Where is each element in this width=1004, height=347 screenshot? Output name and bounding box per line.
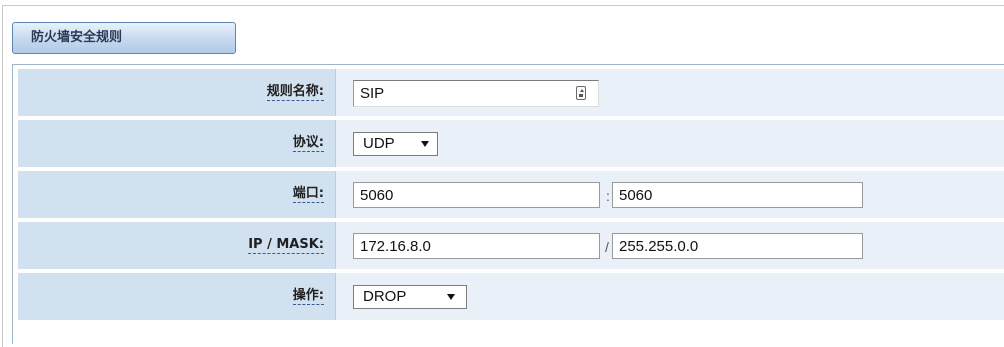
section-tab-firewall-rules[interactable]: 防火墙安全规则: [12, 22, 236, 54]
value-cell-ip-mask: /: [336, 222, 1004, 269]
ip-mask-label: IP / MASK:: [248, 237, 324, 254]
label-cell-port: 端口:: [18, 171, 336, 218]
port-separator: :: [606, 188, 610, 204]
action-label: 操作:: [292, 288, 324, 305]
protocol-select-value: UDP: [363, 135, 395, 152]
ip-address-input[interactable]: [353, 233, 600, 259]
value-cell-action: DROP: [336, 273, 1004, 320]
protocol-label: 协议:: [292, 135, 324, 152]
port-end-input[interactable]: [612, 182, 863, 208]
value-cell-rule-name: [336, 69, 1004, 116]
row-ip-mask: IP / MASK: /: [13, 218, 1004, 269]
label-cell-ip-mask: IP / MASK:: [18, 222, 336, 269]
value-cell-port: :: [336, 171, 1004, 218]
action-select[interactable]: DROP: [353, 285, 467, 309]
rule-name-input[interactable]: [353, 80, 599, 107]
key-icon[interactable]: [576, 86, 586, 100]
action-select-value: DROP: [363, 288, 407, 305]
chevron-down-icon: [447, 294, 455, 300]
rule-name-label: 规则名称:: [266, 84, 324, 101]
ip-mask-separator: /: [605, 239, 609, 255]
chevron-down-icon: [421, 141, 429, 147]
row-rule-name: 规则名称:: [13, 65, 1004, 116]
mask-input[interactable]: [612, 233, 863, 259]
row-protocol: 协议: UDP: [13, 116, 1004, 167]
port-label: 端口:: [292, 186, 324, 203]
label-cell-rule-name: 规则名称:: [18, 69, 336, 116]
protocol-select[interactable]: UDP: [353, 132, 438, 156]
value-cell-protocol: UDP: [336, 120, 1004, 167]
port-start-input[interactable]: [353, 182, 600, 208]
row-port: 端口: :: [13, 167, 1004, 218]
label-cell-action: 操作:: [18, 273, 336, 320]
rule-form-table: 规则名称: 协议: UDP 端口: : IP / MA: [12, 64, 1004, 344]
label-cell-protocol: 协议:: [18, 120, 336, 167]
row-action: 操作: DROP: [13, 269, 1004, 345]
